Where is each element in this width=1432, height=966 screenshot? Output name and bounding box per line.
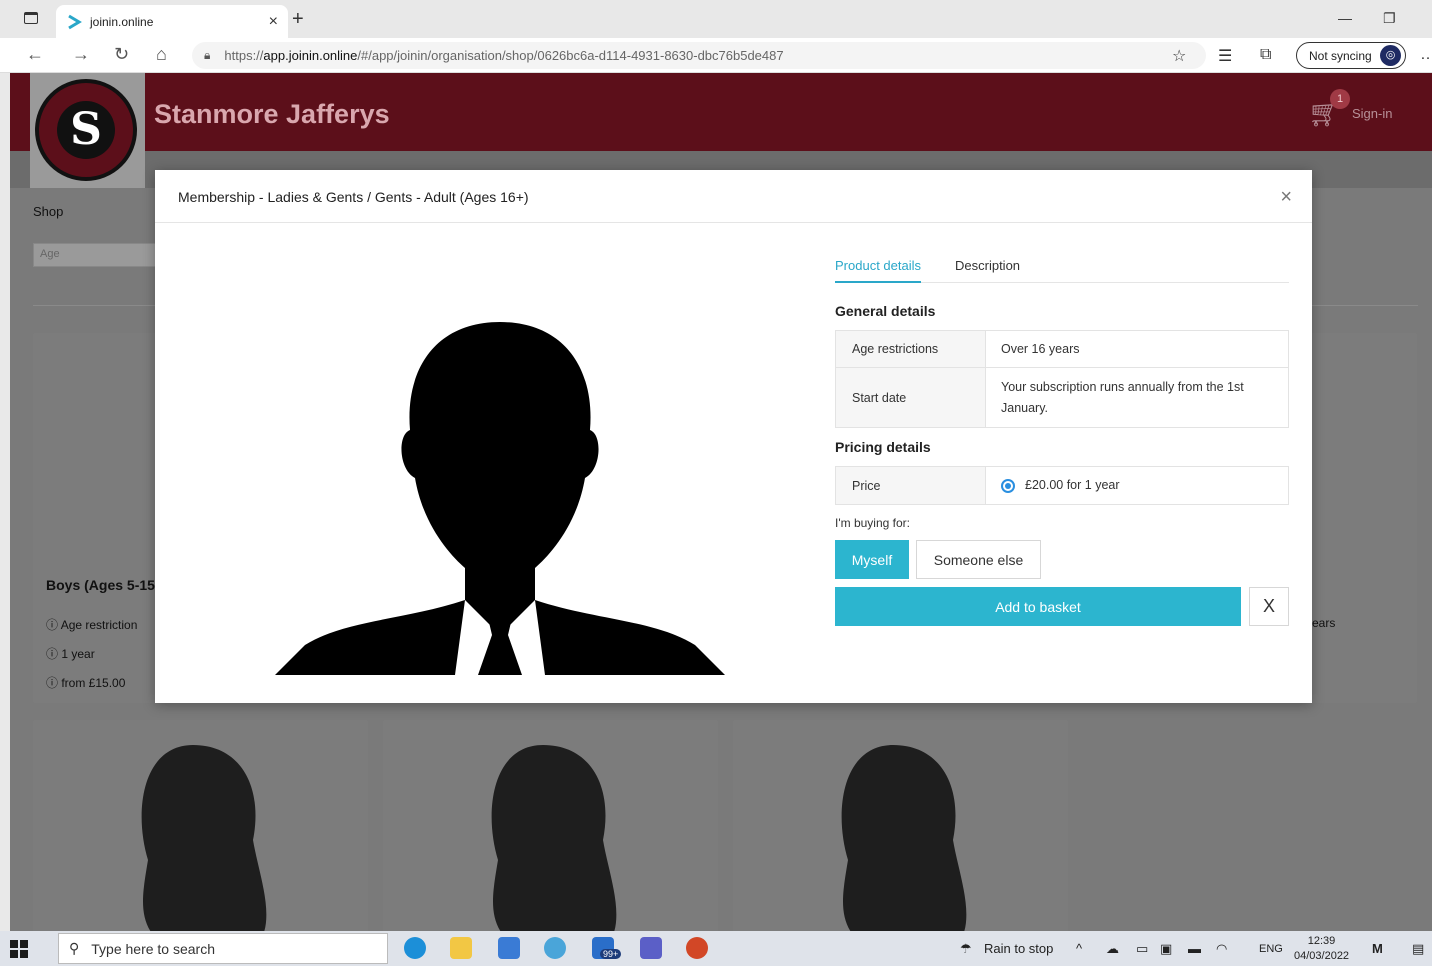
battery-icon[interactable]: ▭	[1136, 941, 1148, 957]
hijab-silhouette-icon	[841, 745, 967, 931]
product-modal: Membership - Ladies & Gents / Gents - Ad…	[155, 170, 1312, 703]
product-card[interactable]	[33, 720, 368, 931]
myself-button[interactable]: Myself	[835, 540, 909, 579]
card-line: ⓘ Age restriction	[46, 618, 138, 632]
cancel-button[interactable]: X	[1249, 587, 1289, 626]
add-favorite-icon[interactable]: ☆	[1172, 46, 1186, 66]
tab-actions-icon[interactable]	[24, 12, 38, 24]
store-icon[interactable]	[498, 937, 520, 959]
search-icon: ⚲	[69, 940, 80, 956]
modal-close-icon[interactable]: ×	[1280, 186, 1292, 209]
modal-tabs: Product details Description	[835, 256, 1289, 283]
refresh-icon[interactable]: ↻	[114, 44, 129, 65]
wifi-icon[interactable]: ◠	[1216, 941, 1227, 957]
product-card[interactable]	[733, 720, 1068, 931]
shop-breadcrumb: Shop	[33, 204, 64, 219]
sync-button[interactable]: Not syncing ◎	[1296, 42, 1406, 69]
close-tab-icon[interactable]: ×	[269, 13, 278, 31]
someone-else-button[interactable]: Someone else	[916, 540, 1041, 579]
taskbar-search-input[interactable]: ⚲ Type here to search	[58, 933, 388, 964]
cart-count-badge: 1	[1330, 89, 1350, 109]
restore-icon[interactable]: ❐	[1383, 10, 1396, 27]
taskbar-search-placeholder: Type here to search	[91, 940, 216, 957]
settings-app-icon[interactable]	[544, 937, 566, 959]
url-host: app.joinin.online	[263, 48, 358, 63]
browser-tab-title: joinin.online	[90, 14, 154, 29]
collections-icon[interactable]: ⧉	[1260, 46, 1271, 64]
card-line: ears	[1312, 616, 1336, 630]
table-row: Start date Your subscription runs annual…	[836, 368, 1288, 427]
browser-tab[interactable]: joinin.online ×	[56, 5, 288, 38]
add-to-basket-button[interactable]: Add to basket	[835, 587, 1241, 626]
site-favicon-icon	[68, 14, 82, 29]
windows-start-icon[interactable]	[10, 940, 28, 958]
table-row: Price £20.00 for 1 year	[836, 467, 1288, 504]
product-card[interactable]	[383, 720, 718, 931]
hijab-silhouette-icon	[491, 745, 617, 931]
mail-badge: 99+	[600, 949, 622, 959]
powerpoint-icon[interactable]	[686, 937, 708, 959]
edge-icon[interactable]	[404, 937, 426, 959]
minimize-icon[interactable]: —	[1338, 10, 1352, 26]
detail-value: Your subscription runs annually from the…	[1001, 379, 1244, 415]
buying-for-label: I'm buying for:	[835, 516, 910, 530]
club-logo[interactable]: S	[30, 73, 145, 188]
language-indicator[interactable]: ENG	[1259, 943, 1283, 955]
detail-key: Start date	[836, 368, 986, 427]
url-prefix: https://	[224, 48, 264, 63]
weather-icon[interactable]: ☂	[960, 941, 972, 957]
favorites-icon[interactable]: ☰	[1218, 46, 1232, 66]
detail-key: Age restrictions	[836, 331, 986, 367]
card-title: Boys (Ages 5-15	[46, 577, 155, 593]
hijab-silhouette-icon	[141, 745, 267, 931]
sync-label: Not syncing	[1309, 48, 1372, 63]
pricing-details-heading: Pricing details	[835, 439, 931, 455]
age-filter-input[interactable]: Age	[33, 243, 173, 267]
clock-date: 04/03/2022	[1294, 950, 1350, 962]
logo-badge-icon: S	[35, 79, 137, 181]
url-path: /#/app/joinin/organisation/shop/0626bc6a…	[357, 48, 784, 63]
browser-toolbar: ← → ↻ ⌂ 🔒︎ https:// app.joinin.online /#…	[0, 38, 1432, 73]
onedrive-icon[interactable]: ☁	[1106, 941, 1119, 957]
lock-icon[interactable]: 🔒︎	[204, 48, 210, 63]
taskbar: ⚲ Type here to search 99+ ☂ Rain to stop…	[0, 931, 1432, 966]
notification-badge-icon[interactable]: M	[1372, 941, 1383, 956]
general-details-table: Age restrictions Over 16 years Start dat…	[835, 330, 1289, 428]
tab-description[interactable]: Description	[955, 258, 1020, 281]
person-silhouette-icon	[275, 322, 725, 675]
sign-in-link[interactable]: Sign-in	[1352, 106, 1392, 121]
more-icon[interactable]: …	[1420, 46, 1432, 64]
price-option-label: £20.00 for 1 year	[1025, 478, 1120, 492]
teams-icon[interactable]	[640, 937, 662, 959]
modal-header: Membership - Ladies & Gents / Gents - Ad…	[155, 170, 1312, 223]
modal-title: Membership - Ladies & Gents / Gents - Ad…	[178, 189, 529, 205]
forward-icon[interactable]: →	[72, 44, 90, 65]
tray-chevron-icon[interactable]: ^	[1076, 941, 1082, 956]
home-icon[interactable]: ⌂	[156, 44, 167, 65]
clock-time: 12:39	[1307, 935, 1336, 947]
price-radio[interactable]	[1001, 478, 1015, 493]
file-explorer-icon[interactable]	[450, 937, 472, 959]
pricing-details-table: Price £20.00 for 1 year	[835, 466, 1289, 505]
price-option[interactable]: £20.00 for 1 year	[986, 467, 1288, 504]
general-details-heading: General details	[835, 303, 936, 319]
display-icon[interactable]: ▣	[1160, 941, 1172, 957]
action-center-icon[interactable]: ▤	[1412, 941, 1424, 957]
profile-avatar: ◎	[1380, 45, 1401, 66]
back-icon[interactable]: ←	[26, 44, 44, 65]
table-row: Age restrictions Over 16 years	[836, 331, 1288, 368]
detail-key: Price	[836, 467, 986, 504]
card-line: ⓘ 1 year	[46, 647, 95, 661]
site-brand[interactable]: Stanmore Jafferys	[154, 99, 390, 130]
system-clock[interactable]: 12:39 04/03/2022	[1294, 934, 1349, 964]
network-icon[interactable]: ▬	[1188, 941, 1201, 956]
browser-tab-bar: joinin.online × + — ❐	[0, 0, 1432, 38]
address-bar[interactable]: 🔒︎ https:// app.joinin.online /#/app/joi…	[192, 42, 1206, 69]
new-tab-button[interactable]: +	[292, 8, 304, 31]
card-line: ⓘ from £15.00	[46, 676, 126, 690]
weather-label[interactable]: Rain to stop	[984, 941, 1053, 956]
tab-product-details[interactable]: Product details	[835, 258, 921, 283]
detail-value: Over 16 years	[1001, 341, 1080, 356]
